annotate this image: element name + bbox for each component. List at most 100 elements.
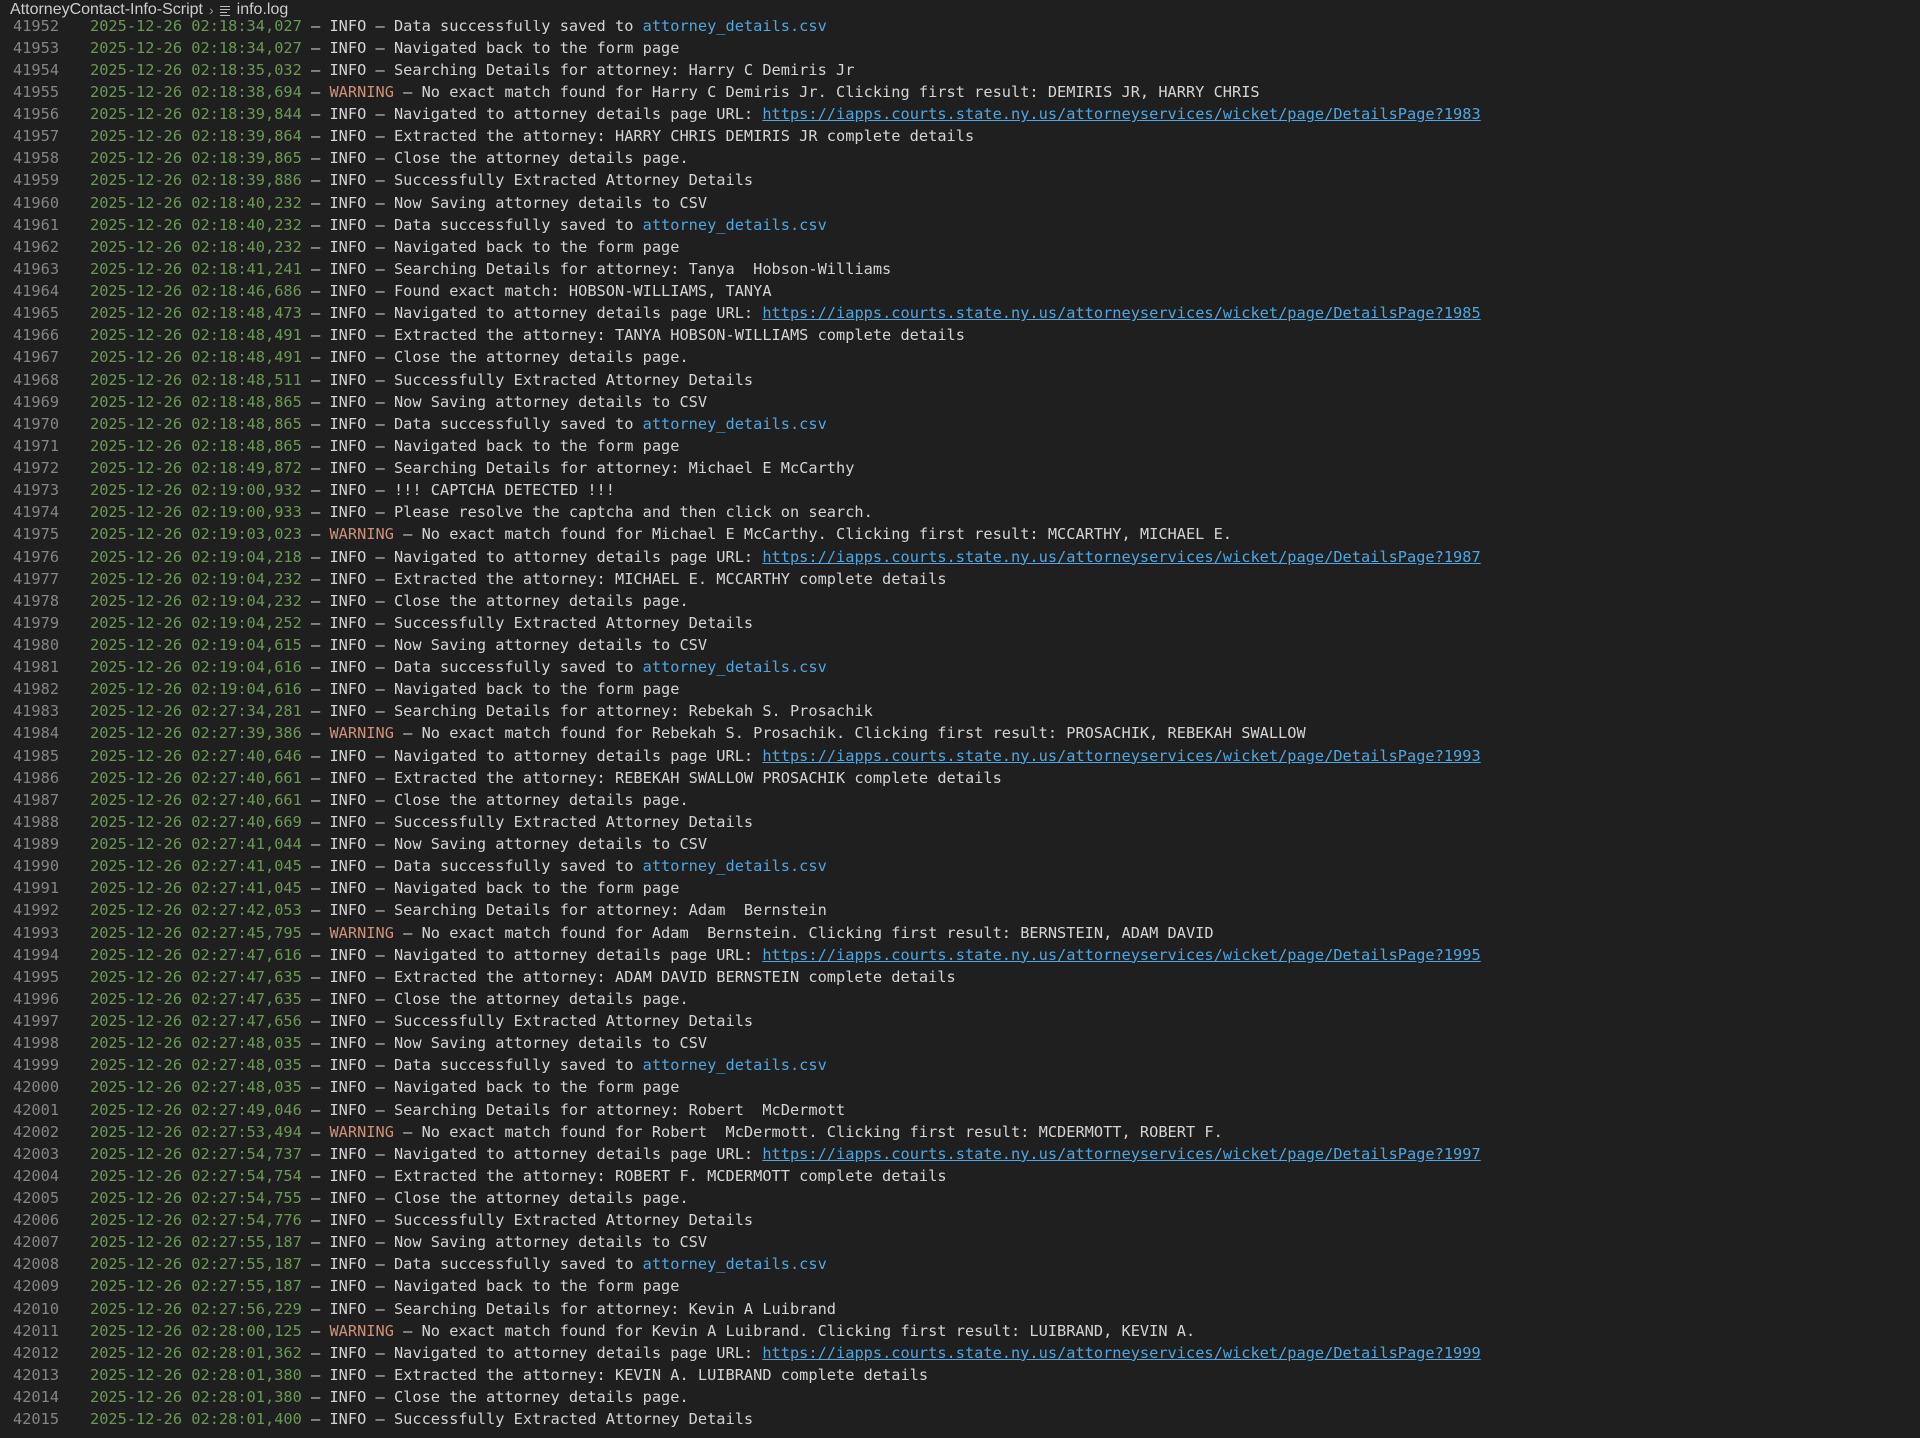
log-text: 2025-12-26 02:27:49,046 – INFO – Searchi… xyxy=(90,1100,846,1119)
log-line: 41976 2025-12-26 02:19:04,218 – INFO – Na… xyxy=(0,546,1920,568)
log-level: INFO xyxy=(329,1410,367,1429)
log-timestamp: 2025-12-26 02:19:03,023 xyxy=(90,525,302,544)
log-level: INFO xyxy=(329,171,367,190)
log-timestamp: 2025-12-26 02:18:46,686 xyxy=(90,282,302,301)
log-message: Navigated to attorney details page URL: xyxy=(393,304,763,323)
log-message: Close the attorney details page. xyxy=(393,989,689,1008)
log-text: 2025-12-26 02:18:48,865 – INFO – Now Sav… xyxy=(90,392,708,411)
log-level: INFO xyxy=(329,702,367,721)
log-level: INFO xyxy=(329,326,367,345)
line-number: 41954 xyxy=(13,60,60,79)
log-message: No exact match found for Harry C Demiris… xyxy=(421,82,1260,101)
url-link[interactable]: https://iapps.courts.state.ny.us/attorne… xyxy=(762,105,1480,123)
log-level: WARNING xyxy=(329,724,394,743)
log-line: 41994 2025-12-26 02:27:47,616 – INFO – Na… xyxy=(0,944,1920,966)
log-line: 41990 2025-12-26 02:27:41,045 – INFO – Da… xyxy=(0,855,1920,877)
log-message: Now Saving attorney details to CSV xyxy=(393,635,708,654)
log-message: Data successfully saved to xyxy=(393,1056,643,1075)
url-link[interactable]: https://iapps.courts.state.ny.us/attorne… xyxy=(762,548,1480,566)
log-timestamp: 2025-12-26 02:27:41,044 xyxy=(90,835,302,854)
log-message: Close the attorney details page. xyxy=(393,1388,689,1407)
log-line: 41970 2025-12-26 02:18:48,865 – INFO – Da… xyxy=(0,413,1920,435)
line-number: 41959 xyxy=(13,171,60,190)
breadcrumb-project[interactable]: AttorneyContact-Info-Script xyxy=(0,1,203,19)
csv-file-link[interactable]: attorney_details.csv xyxy=(643,216,827,234)
log-level: INFO xyxy=(329,812,367,831)
line-number: 41965 xyxy=(13,304,60,323)
csv-file-link[interactable]: attorney_details.csv xyxy=(643,658,827,676)
log-timestamp: 2025-12-26 02:18:39,865 xyxy=(90,149,302,168)
line-number: 42010 xyxy=(13,1299,60,1318)
log-message: Now Saving attorney details to CSV xyxy=(393,835,708,854)
log-line: 41962 2025-12-26 02:18:40,232 – INFO – Na… xyxy=(0,236,1920,258)
log-level: INFO xyxy=(329,835,367,854)
url-link[interactable]: https://iapps.courts.state.ny.us/attorne… xyxy=(762,1344,1480,1362)
log-line: 42006 2025-12-26 02:27:54,776 – INFO – Su… xyxy=(0,1209,1920,1231)
log-level: INFO xyxy=(329,436,367,455)
csv-file-link[interactable]: attorney_details.csv xyxy=(643,1056,827,1074)
log-text: 2025-12-26 02:19:04,232 – INFO – Close t… xyxy=(90,591,689,610)
log-level: INFO xyxy=(329,989,367,1008)
log-message: Extracted the attorney: ROBERT F. MCDERM… xyxy=(393,1166,947,1185)
log-message: Searching Details for attorney: Adam Ber… xyxy=(393,901,827,920)
log-text: 2025-12-26 02:27:54,754 – INFO – Extract… xyxy=(90,1166,947,1185)
log-message: Data successfully saved to xyxy=(393,1255,643,1274)
log-line: 41955 2025-12-26 02:18:38,694 – WARNING –… xyxy=(0,81,1920,103)
log-line: 41961 2025-12-26 02:18:40,232 – INFO – Da… xyxy=(0,214,1920,236)
log-level: INFO xyxy=(329,658,367,677)
log-level: INFO xyxy=(329,1211,367,1230)
log-message: Extracted the attorney: REBEKAH SWALLOW … xyxy=(393,768,1002,787)
csv-file-link[interactable]: attorney_details.csv xyxy=(643,415,827,433)
line-number: 41957 xyxy=(13,127,60,146)
line-number: 42015 xyxy=(13,1410,60,1429)
log-level: INFO xyxy=(329,680,367,699)
log-line: 41954 2025-12-26 02:18:35,032 – INFO – Se… xyxy=(0,59,1920,81)
log-text: 2025-12-26 02:18:40,232 – INFO – Data su… xyxy=(90,215,827,234)
log-timestamp: 2025-12-26 02:27:54,776 xyxy=(90,1211,302,1230)
line-number: 41995 xyxy=(13,967,60,986)
log-message: Data successfully saved to xyxy=(393,215,643,234)
log-timestamp: 2025-12-26 02:18:39,844 xyxy=(90,105,302,124)
line-number: 42013 xyxy=(13,1365,60,1384)
log-timestamp: 2025-12-26 02:28:01,380 xyxy=(90,1388,302,1407)
log-level: INFO xyxy=(329,1056,367,1075)
log-message: Navigated back to the form page xyxy=(393,436,680,455)
log-timestamp: 2025-12-26 02:18:48,491 xyxy=(90,348,302,367)
line-number: 41993 xyxy=(13,923,60,942)
url-link[interactable]: https://iapps.courts.state.ny.us/attorne… xyxy=(762,946,1480,964)
log-line: 41997 2025-12-26 02:27:47,656 – INFO – Su… xyxy=(0,1010,1920,1032)
log-text: 2025-12-26 02:18:39,886 – INFO – Success… xyxy=(90,171,754,190)
log-level: INFO xyxy=(329,879,367,898)
log-text: 2025-12-26 02:18:48,865 – INFO – Data su… xyxy=(90,414,827,433)
csv-file-link[interactable]: attorney_details.csv xyxy=(643,1255,827,1273)
log-line: 41996 2025-12-26 02:27:47,635 – INFO – Cl… xyxy=(0,988,1920,1010)
line-number: 42005 xyxy=(13,1188,60,1207)
file-lines-icon xyxy=(219,5,230,16)
log-line: 42002 2025-12-26 02:27:53,494 – WARNING –… xyxy=(0,1121,1920,1143)
line-number: 41999 xyxy=(13,1056,60,1075)
log-level: INFO xyxy=(329,459,367,478)
line-number: 41966 xyxy=(13,326,60,345)
csv-file-link[interactable]: attorney_details.csv xyxy=(643,857,827,875)
url-link[interactable]: https://iapps.courts.state.ny.us/attorne… xyxy=(762,1145,1480,1163)
log-level: INFO xyxy=(329,237,367,256)
url-link[interactable]: https://iapps.courts.state.ny.us/attorne… xyxy=(762,747,1480,765)
url-link[interactable]: https://iapps.courts.state.ny.us/attorne… xyxy=(762,304,1480,322)
log-message: Navigated to attorney details page URL: xyxy=(393,746,763,765)
line-number: 41987 xyxy=(13,790,60,809)
log-level: INFO xyxy=(329,1100,367,1119)
log-message: Close the attorney details page. xyxy=(393,1188,689,1207)
log-text: 2025-12-26 02:27:40,669 – INFO – Success… xyxy=(90,812,754,831)
log-timestamp: 2025-12-26 02:28:00,125 xyxy=(90,1321,302,1340)
log-message: Data successfully saved to xyxy=(393,658,643,677)
line-number: 41964 xyxy=(13,282,60,301)
log-line: 41977 2025-12-26 02:19:04,232 – INFO – Ex… xyxy=(0,568,1920,590)
log-editor[interactable]: 419512025-12-26 02:18:34,027 – INFO – No… xyxy=(0,0,1920,1438)
log-message: Navigated back to the form page xyxy=(393,1277,680,1296)
line-number: 41961 xyxy=(13,215,60,234)
line-number: 41973 xyxy=(13,481,60,500)
log-text: 2025-12-26 02:18:38,694 – WARNING – No e… xyxy=(90,82,1260,101)
breadcrumb-file[interactable]: info.log xyxy=(237,1,289,19)
log-level: INFO xyxy=(329,414,367,433)
log-level: WARNING xyxy=(329,1321,394,1340)
